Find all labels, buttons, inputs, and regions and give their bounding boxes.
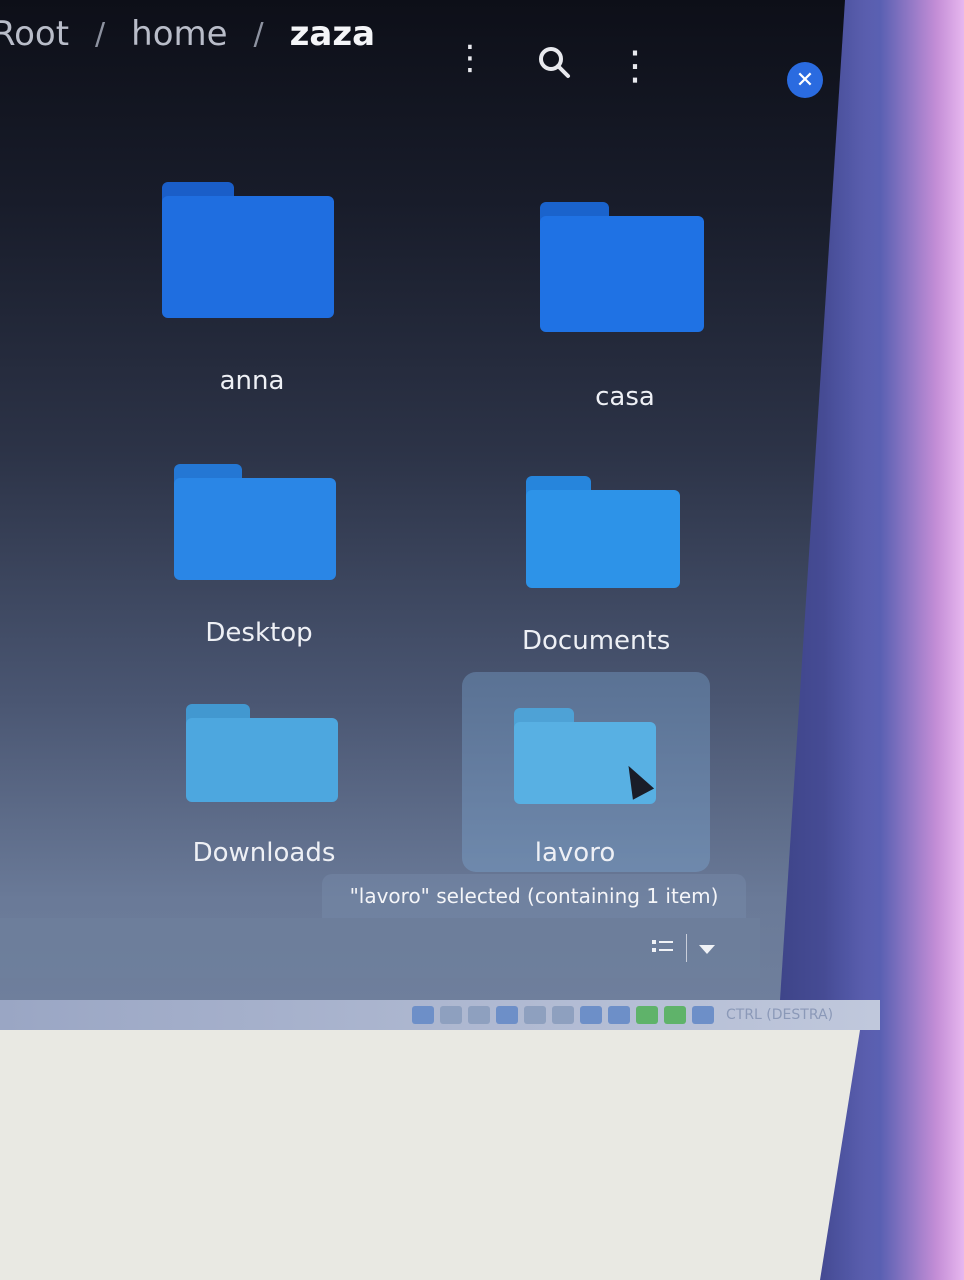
network-icon[interactable]	[496, 1006, 518, 1024]
folder-icon	[174, 464, 336, 580]
close-button[interactable]: ✕	[787, 62, 823, 98]
breadcrumb-separator: /	[95, 16, 106, 52]
recording-icon[interactable]	[608, 1006, 630, 1024]
folder-label: casa	[595, 382, 655, 412]
storage-icon[interactable]	[412, 1006, 434, 1024]
status-tooltip: "lavoro" selected (containing 1 item)	[322, 874, 746, 918]
cpu-icon[interactable]	[636, 1006, 658, 1024]
bottom-bar	[0, 918, 760, 978]
mouse-integration-icon[interactable]	[664, 1006, 686, 1024]
folder-icon	[162, 182, 334, 318]
breadcrumb-root[interactable]: Root	[0, 14, 69, 54]
system-tray: CTRL (DESTRA)	[412, 1003, 833, 1027]
breadcrumb: Root / home / zaza	[0, 14, 375, 54]
optical-drive-icon[interactable]	[440, 1006, 462, 1024]
folder-icon	[186, 704, 338, 802]
folder-icon	[540, 202, 704, 332]
breadcrumb-separator: /	[253, 16, 264, 52]
shared-folder-icon[interactable]	[552, 1006, 574, 1024]
folder-label: Downloads	[192, 838, 336, 868]
folder-label: anna	[219, 366, 285, 396]
more-options-icon[interactable]: ⋮	[615, 43, 655, 89]
display-icon[interactable]	[580, 1006, 602, 1024]
folder-label: lavoro	[534, 838, 616, 868]
audio-icon[interactable]	[468, 1006, 490, 1024]
folder-item-desktop[interactable]: Desktop	[174, 464, 344, 654]
host-window-background	[0, 1030, 860, 1280]
usb-icon[interactable]	[524, 1006, 546, 1024]
breadcrumb-home[interactable]: home	[131, 14, 227, 54]
list-view-icon[interactable]	[652, 936, 674, 960]
folder-label: Desktop	[205, 618, 313, 648]
folder-item-anna[interactable]: anna	[162, 182, 342, 412]
menu-icon[interactable]: ⋮	[453, 38, 487, 78]
keyboard-icon[interactable]	[692, 1006, 714, 1024]
header-bar: Root / home / zaza ⋮ ⋮ ✕	[0, 0, 845, 100]
folder-item-downloads[interactable]: Downloads	[186, 704, 342, 874]
breadcrumb-current[interactable]: zaza	[290, 14, 375, 54]
host-key-label: CTRL (DESTRA)	[726, 1007, 834, 1023]
chevron-down-icon[interactable]	[699, 936, 715, 960]
view-toggle	[652, 930, 715, 966]
folder-icon	[526, 476, 680, 588]
divider	[686, 934, 687, 962]
file-manager-window: Root / home / zaza ⋮ ⋮ ✕ anna casa Deskt…	[0, 0, 845, 1000]
folder-item-documents[interactable]: Documents	[522, 476, 680, 656]
search-icon[interactable]	[532, 40, 576, 84]
folder-item-casa[interactable]: casa	[540, 202, 710, 422]
folder-label: Documents	[522, 626, 671, 656]
